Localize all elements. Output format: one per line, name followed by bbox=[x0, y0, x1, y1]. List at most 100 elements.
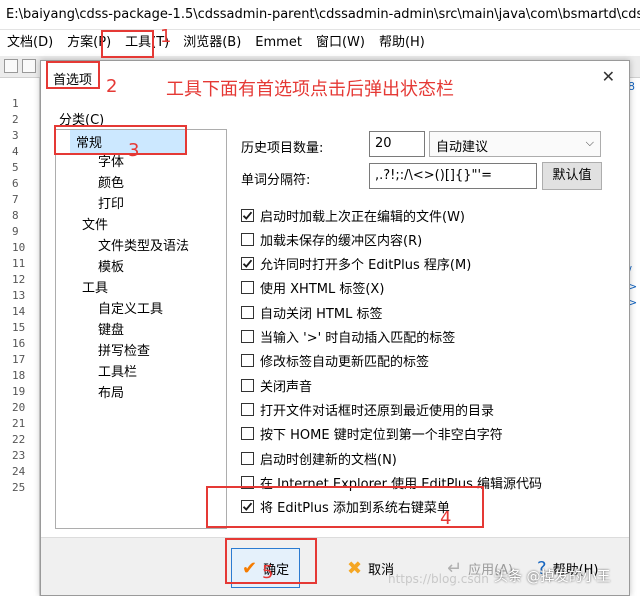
annotation-box-tools-menu bbox=[101, 30, 154, 58]
option-label: 允许同时打开多个 EditPlus 程序(M) bbox=[260, 258, 472, 274]
annotation-hint: 工具下面有首选项点击后弹出状态栏 bbox=[166, 79, 454, 100]
line-number: 19 bbox=[12, 385, 26, 398]
tree-item-print[interactable]: 打印 bbox=[98, 193, 124, 212]
line-number: 20 bbox=[12, 401, 26, 414]
checkbox[interactable] bbox=[241, 427, 254, 441]
close-icon[interactable]: ✕ bbox=[602, 67, 615, 86]
tree-item-tools[interactable]: 工具 bbox=[82, 277, 108, 296]
line-number: 3 bbox=[12, 129, 19, 142]
checkbox[interactable] bbox=[241, 208, 254, 222]
watermark-author: 头条 @掉发的小王 bbox=[494, 569, 611, 585]
menu-browser[interactable]: 浏览器(B) bbox=[176, 31, 248, 55]
line-number: 22 bbox=[12, 433, 26, 446]
tree-item-layout[interactable]: 布局 bbox=[98, 382, 124, 401]
category-tree[interactable]: 常规 字体 颜色 打印 文件 文件类型及语法 模板 工具 自定义工具 键盘 拼写… bbox=[55, 129, 227, 529]
option-row[interactable]: 使用 XHTML 标签(X) bbox=[241, 278, 384, 298]
tree-item-toolbar[interactable]: 工具栏 bbox=[98, 361, 137, 380]
menu-document[interactable]: 文档(D) bbox=[0, 31, 60, 55]
annotation-number-2: 2 bbox=[106, 76, 118, 97]
history-count-label: 历史项目数量: bbox=[241, 141, 324, 156]
line-number: 17 bbox=[12, 353, 26, 366]
option-row[interactable]: 打开文件对话框时还原到最近使用的目录 bbox=[241, 399, 494, 419]
annotation-number-1: 1 bbox=[160, 26, 172, 47]
line-number: 13 bbox=[12, 289, 26, 302]
checkbox[interactable] bbox=[241, 354, 254, 368]
tree-item-templates[interactable]: 模板 bbox=[98, 256, 124, 275]
default-value-button[interactable]: 默认值 bbox=[542, 162, 602, 190]
history-mode-select[interactable]: 自动建议 ⌵ bbox=[429, 131, 601, 157]
history-mode-value: 自动建议 bbox=[436, 140, 489, 155]
line-number: 24 bbox=[12, 465, 26, 478]
line-number: 23 bbox=[12, 449, 26, 462]
option-label: 按下 HOME 键时定位到第一个非空白字符 bbox=[260, 428, 503, 444]
line-number: 21 bbox=[12, 417, 26, 430]
window-titlebar: E:\baiyang\cdss-package-1.5\cdssadmin-pa… bbox=[0, 0, 640, 30]
menu-emmet[interactable]: Emmet bbox=[248, 31, 309, 55]
tree-item-keyboard[interactable]: 键盘 bbox=[98, 319, 124, 338]
option-row[interactable]: 允许同时打开多个 EditPlus 程序(M) bbox=[241, 254, 471, 274]
line-number: 4 bbox=[12, 145, 19, 158]
option-row[interactable]: 启动时加载上次正在编辑的文件(W) bbox=[241, 205, 465, 225]
new-file-icon[interactable] bbox=[4, 59, 18, 73]
checkbox[interactable] bbox=[241, 281, 254, 295]
annotation-number-4: 4 bbox=[440, 508, 452, 529]
tree-item-file[interactable]: 文件 bbox=[82, 214, 108, 233]
menu-bar: 文档(D) 方案(P) 工具(T) 浏览器(B) Emmet 窗口(W) 帮助(… bbox=[0, 30, 640, 56]
menu-window[interactable]: 窗口(W) bbox=[309, 31, 372, 55]
annotation-number-5: 5 bbox=[262, 562, 274, 583]
checkbox[interactable] bbox=[241, 378, 254, 392]
line-number: 18 bbox=[12, 369, 26, 382]
line-number: 2 bbox=[12, 113, 19, 126]
line-number: 8 bbox=[12, 209, 19, 222]
option-label: 加载未保存的缓冲区内容(R) bbox=[260, 233, 423, 249]
tree-item-user-tools[interactable]: 自定义工具 bbox=[98, 298, 163, 317]
tree-item-file-types[interactable]: 文件类型及语法 bbox=[98, 235, 189, 254]
line-number: 15 bbox=[12, 321, 26, 334]
line-number: 16 bbox=[12, 337, 26, 350]
open-file-icon[interactable] bbox=[22, 59, 36, 73]
line-number: 5 bbox=[12, 161, 19, 174]
annotation-box-general bbox=[54, 125, 187, 155]
option-row[interactable]: 修改标签自动更新匹配的标签 bbox=[241, 351, 429, 371]
option-label: 当输入 '>' 时自动插入匹配的标签 bbox=[260, 331, 456, 346]
word-separator-label: 单词分隔符: bbox=[241, 173, 311, 188]
tree-item-spell-check[interactable]: 拼写检查 bbox=[98, 340, 150, 359]
line-number: 12 bbox=[12, 273, 26, 286]
option-row[interactable]: 加载未保存的缓冲区内容(R) bbox=[241, 229, 422, 249]
option-row[interactable]: 按下 HOME 键时定位到第一个非空白字符 bbox=[241, 424, 503, 444]
tree-item-color[interactable]: 颜色 bbox=[98, 172, 124, 191]
option-row[interactable]: 自动关闭 HTML 标签 bbox=[241, 302, 382, 322]
option-label: 关闭声音 bbox=[260, 379, 313, 395]
checkbox[interactable] bbox=[241, 232, 254, 246]
line-number: 11 bbox=[12, 257, 26, 270]
option-label: 打开文件对话框时还原到最近使用的目录 bbox=[260, 403, 495, 419]
check-icon bbox=[242, 211, 253, 220]
option-label: 启动时加载上次正在编辑的文件(W) bbox=[260, 209, 465, 225]
line-number: 1 bbox=[12, 97, 19, 110]
option-row[interactable]: 当输入 '>' 时自动插入匹配的标签 bbox=[241, 327, 455, 347]
window-path: E:\baiyang\cdss-package-1.5\cdssadmin-pa… bbox=[6, 7, 640, 22]
option-row[interactable]: 关闭声音 bbox=[241, 375, 312, 395]
option-row[interactable]: 启动时创建新的文档(N) bbox=[241, 448, 397, 468]
checkbox[interactable] bbox=[241, 402, 254, 416]
line-number: 7 bbox=[12, 193, 19, 206]
word-separator-input[interactable]: ,.?!;:/\<>()[]{}"'= bbox=[369, 163, 537, 189]
option-label: 启动时创建新的文档(N) bbox=[260, 452, 397, 468]
watermark-url: https://blog.csdn bbox=[388, 572, 489, 586]
line-number: 9 bbox=[12, 225, 19, 238]
history-count-input[interactable]: 20 bbox=[369, 131, 425, 157]
menu-help[interactable]: 帮助(H) bbox=[372, 31, 432, 55]
checkbox[interactable] bbox=[241, 257, 254, 271]
editor-gutter-area: 1 2 3 4 5 6 7 8 9 10 11 12 13 14 15 16 17 18 19 20 21 22 23 24 2… bbox=[0, 78, 40, 596]
line-number: 10 bbox=[12, 241, 26, 254]
chevron-down-icon: ⌵ bbox=[585, 136, 594, 149]
checkbox[interactable] bbox=[241, 305, 254, 319]
option-label: 自动关闭 HTML 标签 bbox=[260, 306, 383, 322]
line-number: 14 bbox=[12, 305, 26, 318]
checkbox[interactable] bbox=[241, 330, 254, 343]
checkbox[interactable] bbox=[241, 451, 254, 465]
check-icon bbox=[242, 259, 253, 268]
line-number: 25 bbox=[12, 481, 26, 494]
line-numbers: 1 2 3 4 5 6 7 8 9 10 11 12 13 14 15 16 17 18 19 20 21 22 23 24 2… bbox=[12, 96, 40, 496]
annotation-number-3: 3 bbox=[128, 140, 140, 161]
